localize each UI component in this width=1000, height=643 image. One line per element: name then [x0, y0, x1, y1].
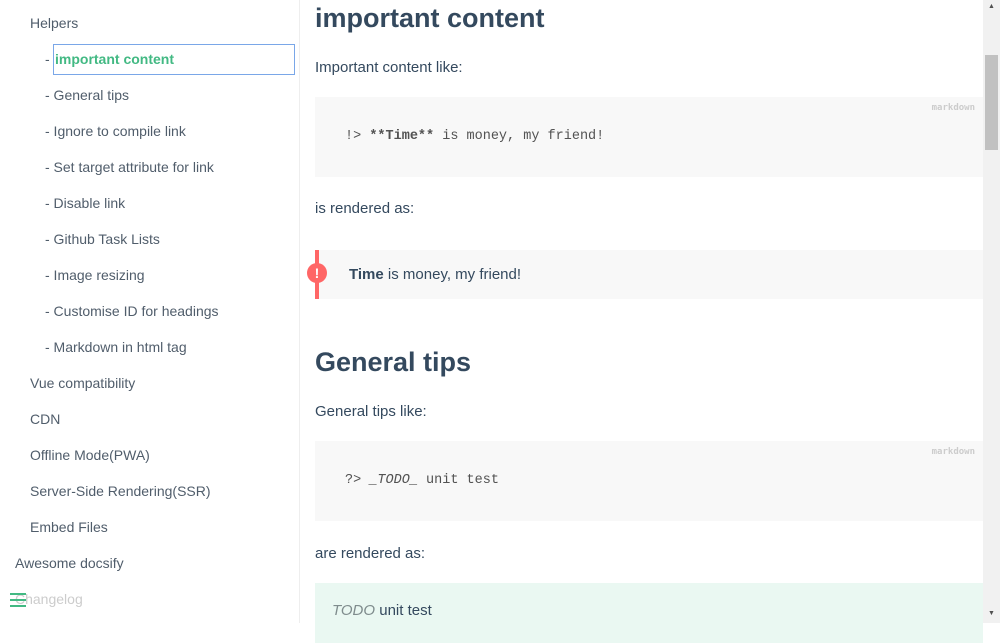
heading-important-content: important content [315, 3, 545, 33]
sidebar-item-markdown-html[interactable]: - Markdown in html tag [45, 332, 187, 362]
tip-text: TODO unit test [332, 602, 432, 619]
sidebar-item-embed-files[interactable]: Embed Files [30, 512, 108, 542]
sidebar-item-important-content[interactable]: important content [53, 44, 295, 75]
code-block: markdown !> **Time** is money, my friend… [315, 97, 983, 177]
sidebar-item-customise-id[interactable]: - Customise ID for headings [45, 296, 219, 326]
main-content: important content Important content like… [307, 0, 983, 643]
sidebar-item-vue[interactable]: Vue compatibility [30, 368, 135, 398]
paragraph: is rendered as: [315, 200, 415, 217]
paragraph: are rendered as: [315, 545, 426, 562]
scrollbar-thumb[interactable] [985, 55, 998, 150]
sidebar-item-disable-link[interactable]: - Disable link [45, 188, 125, 218]
sidebar: Helpers - important content - General ti… [0, 0, 300, 623]
general-tip-callout: TODO unit test [315, 583, 983, 643]
sidebar-item-ssr[interactable]: Server-Side Rendering(SSR) [30, 476, 211, 506]
heading-general-tips: General tips [315, 347, 472, 377]
code-lang: markdown [931, 447, 975, 457]
sidebar-item-target-attribute[interactable]: - Set target attribute for link [45, 152, 214, 182]
sidebar-item-general-tips[interactable]: - General tips [45, 80, 129, 110]
code-lang: markdown [931, 103, 975, 113]
tip-text: Time is money, my friend! [349, 266, 522, 283]
sidebar-item-github-task-lists[interactable]: - Github Task Lists [45, 224, 160, 254]
sidebar-item-image-resizing[interactable]: - Image resizing [45, 260, 145, 290]
sidebar-item-cdn[interactable]: CDN [30, 404, 60, 434]
paragraph: General tips like: [315, 403, 427, 420]
sidebar-item-ignore-compile-link[interactable]: - Ignore to compile link [45, 116, 186, 146]
sidebar-item-label: important content [55, 51, 174, 67]
sidebar-item-awesome[interactable]: Awesome docsify [15, 548, 124, 578]
code-text: !> **Time** is money, my friend! [345, 129, 605, 144]
paragraph: Important content like: [315, 59, 463, 76]
sidebar-item-offline[interactable]: Offline Mode(PWA) [30, 440, 150, 470]
scrollbar[interactable]: ▲ ▼ [983, 0, 1000, 623]
scroll-up-icon[interactable]: ▲ [988, 3, 995, 10]
sidebar-dash: - [45, 51, 50, 67]
code-block: markdown ?> _TODO_ unit test [315, 441, 983, 521]
menu-toggle-icon[interactable] [10, 593, 26, 609]
exclamation-icon: ! [307, 263, 327, 283]
code-text: ?> _TODO_ unit test [345, 473, 499, 488]
scroll-down-icon[interactable]: ▼ [988, 610, 995, 617]
tip-callout: ! Time is money, my friend! [307, 250, 983, 299]
sidebar-item-helpers[interactable]: Helpers [30, 8, 78, 38]
